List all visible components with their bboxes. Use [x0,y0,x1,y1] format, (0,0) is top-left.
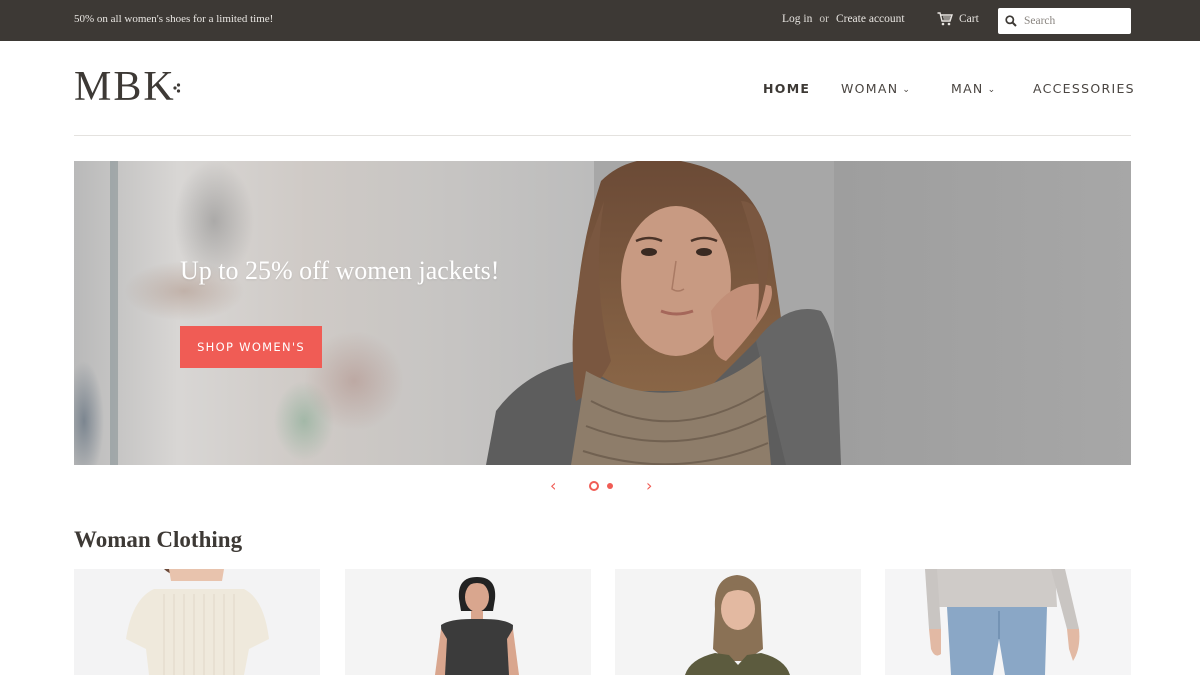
product-image-sweatshirt-jeans [885,569,1131,675]
account-links: Log in or Create account [782,13,905,25]
prev-slide-arrow-icon[interactable]: ‹ [550,476,556,496]
slide-dot-1[interactable] [589,481,599,491]
shop-womens-button[interactable]: SHOP WOMEN'S [180,326,322,368]
collection-title: Woman Clothing [74,527,243,552]
nav-item-woman[interactable]: WOMAN ⌄ [841,81,911,96]
hero-background-pole [110,161,118,465]
nav-item-accessories[interactable]: ACCESSORIES [1033,81,1135,96]
nav-label: ACCESSORIES [1033,81,1135,96]
next-slide-arrow-icon[interactable]: › [646,476,652,496]
hero-model-image [486,161,841,465]
nav-label: WOMAN [841,81,899,96]
create-account-link[interactable]: Create account [836,13,905,25]
product-card[interactable] [345,569,591,675]
slideshow-controls: ‹ › [0,476,1200,496]
nav-label: MAN [951,81,984,96]
product-image-black-top [345,569,591,675]
product-image-cream-top [74,569,320,675]
announcement-bar: 50% on all women's shoes for a limited t… [0,0,1200,41]
header-divider [74,135,1131,136]
or-separator: or [819,13,829,25]
nav-label: HOME [763,81,811,96]
product-card[interactable] [885,569,1131,675]
logo[interactable]: MBK [74,64,176,110]
search-icon [1005,15,1017,27]
slide-dot-2[interactable] [607,483,613,489]
search-box[interactable] [998,8,1131,34]
hero-headline: Up to 25% off women jackets! [180,256,500,285]
nav-item-home[interactable]: HOME [763,81,810,96]
login-link[interactable]: Log in [782,13,812,25]
cart-link[interactable]: Cart [937,12,979,26]
search-input[interactable] [1024,15,1124,27]
hero-background-wall [834,161,1131,465]
product-card[interactable] [74,569,320,675]
cart-icon [937,12,953,26]
cart-label: Cart [959,13,979,25]
product-grid [74,569,1131,675]
promo-text: 50% on all women's shoes for a limited t… [74,13,274,25]
product-image-olive-tee [615,569,861,675]
hero-slideshow[interactable]: Up to 25% off women jackets! SHOP WOMEN'… [74,161,1131,465]
nav-item-man[interactable]: MAN ⌄ [951,81,996,96]
logo-dots-icon [173,83,181,93]
logo-text: MBK [74,64,176,110]
chevron-down-icon: ⌄ [902,85,912,95]
chevron-down-icon: ⌄ [987,85,997,95]
product-card[interactable] [615,569,861,675]
